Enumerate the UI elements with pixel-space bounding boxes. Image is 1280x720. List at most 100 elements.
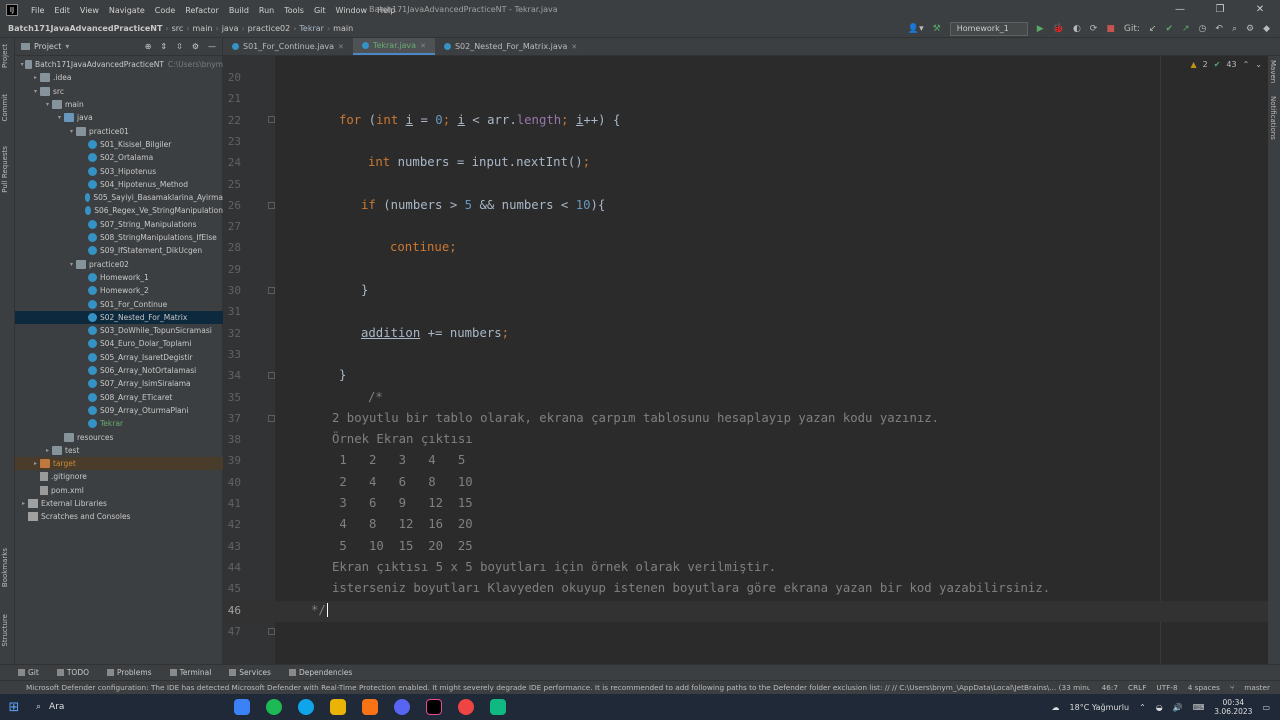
code-line[interactable]: 47 xyxy=(223,622,1273,643)
tree-item[interactable]: ▾ practice02 xyxy=(15,258,223,271)
tree-item[interactable]: ▸ test xyxy=(15,444,223,457)
project-view-select[interactable]: Project xyxy=(34,42,61,51)
clock[interactable]: 00:34 3.06.2023 xyxy=(1214,698,1252,716)
code-line[interactable]: 41 3 6 9 12 15 xyxy=(223,494,1273,515)
menu-item-build[interactable]: Build xyxy=(224,6,254,15)
tree-item-class[interactable]: S05_Sayiyi_Basamaklarina_Ayirma xyxy=(15,191,223,204)
commit-tool-tab[interactable]: Commit xyxy=(1,94,9,122)
tree-item[interactable]: resources xyxy=(15,430,223,443)
fold-marker-icon[interactable] xyxy=(268,415,275,422)
run-configuration-select[interactable]: Homework_1 xyxy=(949,22,1028,36)
menu-item-refactor[interactable]: Refactor xyxy=(180,6,224,15)
file-explorer-icon[interactable] xyxy=(330,699,346,715)
menu-item-view[interactable]: View xyxy=(75,6,104,15)
stop-icon[interactable]: ■ xyxy=(1106,24,1115,34)
tree-item[interactable]: Scratches and Consoles xyxy=(15,510,223,523)
tree-item[interactable]: ▸ .idea xyxy=(15,71,223,84)
notifications-tool-tab[interactable]: Notifications xyxy=(1269,96,1277,140)
tree-item-class[interactable]: S05_Array_IsaretDegistir xyxy=(15,351,223,364)
edge-browser-icon[interactable] xyxy=(298,699,314,715)
tree-item-class[interactable]: S01_For_Continue xyxy=(15,297,223,310)
code-line[interactable]: 33 xyxy=(223,345,1273,366)
code-line[interactable]: 40 2 4 6 8 10 xyxy=(223,473,1273,494)
chevron-up-icon[interactable]: ⌃ xyxy=(1139,703,1146,712)
coverage-icon[interactable]: ◐ xyxy=(1073,24,1081,34)
inspection-widget[interactable]: ▲ 2 ✔ 43 ⌃ ⌄ xyxy=(1190,60,1262,69)
app-icon[interactable] xyxy=(490,699,506,715)
project-tool-tab[interactable]: Project xyxy=(1,44,9,68)
expand-arrow-icon[interactable]: ▸ xyxy=(31,460,40,467)
language-icon[interactable]: ⌨ xyxy=(1193,703,1205,712)
menu-item-file[interactable]: File xyxy=(26,6,49,15)
expand-arrow-icon[interactable]: ▸ xyxy=(43,447,52,454)
expand-all-icon[interactable]: ⇕ xyxy=(160,42,167,51)
tree-item[interactable]: ▾ Batch171JavaAdvancedPracticeNT C:\Users\… xyxy=(15,58,223,71)
file-encoding[interactable]: UTF-8 xyxy=(1156,683,1177,692)
bottom-tab-terminal[interactable]: Terminal xyxy=(169,668,211,677)
brave-browser-icon[interactable] xyxy=(362,699,378,715)
expand-arrow-icon[interactable]: ▾ xyxy=(67,128,76,135)
pull-requests-tool-tab[interactable]: Pull Requests xyxy=(1,146,9,193)
hide-panel-icon[interactable]: — xyxy=(208,42,216,51)
debug-icon[interactable]: 🐞 xyxy=(1053,24,1064,34)
code-line[interactable]: 42 4 8 12 16 20 xyxy=(223,515,1273,536)
breadcrumb-main[interactable]: main xyxy=(190,24,216,33)
fold-marker-icon[interactable] xyxy=(268,287,275,294)
menu-item-navigate[interactable]: Navigate xyxy=(104,6,150,15)
code-line[interactable]: 25 xyxy=(223,175,1273,196)
git-update-icon[interactable]: ↙ xyxy=(1149,24,1157,34)
breadcrumb-practice02[interactable]: practice02 xyxy=(245,24,294,33)
notification-center-icon[interactable]: ▭ xyxy=(1262,703,1270,712)
line-separator[interactable]: CRLF xyxy=(1128,683,1146,692)
code-line[interactable]: 29 xyxy=(223,260,1273,281)
tree-item-class[interactable]: Tekrar xyxy=(15,417,223,430)
tree-item[interactable]: ▾ src xyxy=(15,85,223,98)
menu-item-window[interactable]: Window xyxy=(331,6,373,15)
tree-item-class[interactable]: S04_Euro_Dolar_Toplami xyxy=(15,337,223,350)
editor-tab[interactable]: Tekrar.java ✕ xyxy=(352,37,435,55)
chrome-icon[interactable] xyxy=(458,699,474,715)
windows-start-icon[interactable]: ⊞ xyxy=(0,700,28,715)
expand-arrow-icon[interactable]: ▾ xyxy=(43,101,52,108)
code-line[interactable]: 45 isterseniz boyutları Klavyeden okuyup … xyxy=(223,579,1273,600)
code-line[interactable]: 30} xyxy=(223,281,1273,302)
expand-arrow-icon[interactable]: ▸ xyxy=(19,500,28,507)
tree-item-class[interactable]: S03_DoWhile_TopunSicramasi xyxy=(15,324,223,337)
taskbar-search[interactable]: ⌕ Ara xyxy=(36,702,226,712)
breadcrumb-java[interactable]: java xyxy=(219,24,242,33)
bottom-tab-services[interactable]: Services xyxy=(229,668,271,677)
tree-item-class[interactable]: S02_Nested_For_Matrix xyxy=(15,310,223,324)
editor-tab[interactable]: S02_Nested_For_Matrix.java ✕ xyxy=(435,38,586,55)
tree-item-class[interactable]: S09_Array_OturmaPlani xyxy=(15,404,223,417)
network-icon[interactable]: ◒ xyxy=(1156,703,1163,712)
tree-item-class[interactable]: Homework_1 xyxy=(15,271,223,284)
code-line[interactable]: 32 addition += numbers; xyxy=(223,324,1273,345)
bottom-tab-todo[interactable]: TODO xyxy=(56,668,89,677)
close-tab-icon[interactable]: ✕ xyxy=(420,37,426,55)
fold-marker-icon[interactable] xyxy=(268,116,275,123)
jetbrains-logo-icon[interactable]: ◆ xyxy=(1263,24,1270,34)
breadcrumb-project[interactable]: Batch171JavaAdvancedPracticeNT xyxy=(0,24,165,33)
code-line[interactable]: 35 /* xyxy=(223,388,1273,409)
fold-marker-icon[interactable] xyxy=(268,628,275,635)
tree-item[interactable]: ▸ target xyxy=(15,457,223,471)
git-branch[interactable]: master xyxy=(1244,683,1270,692)
chevron-down-icon[interactable]: ▾ xyxy=(65,42,69,51)
tree-item-class[interactable]: S01_Kisisel_Bilgiler xyxy=(15,138,223,151)
code-line[interactable]: 43 5 10 15 20 25 xyxy=(223,537,1273,558)
code-line[interactable]: 38 Örnek Ekran çıktısı xyxy=(223,430,1273,451)
tree-item-class[interactable]: S07_String_Manipulations xyxy=(15,218,223,231)
breadcrumb-src[interactable]: src xyxy=(169,24,187,33)
gear-icon[interactable]: ⚙ xyxy=(192,42,199,51)
editor-tab[interactable]: S01_For_Continue.java ✕ xyxy=(223,38,353,55)
fold-marker-icon[interactable] xyxy=(268,202,275,209)
tree-item-class[interactable]: S08_StringManipulations_IfElse xyxy=(15,231,223,244)
expand-arrow-icon[interactable]: ▾ xyxy=(67,261,76,268)
run-icon[interactable]: ▶ xyxy=(1037,24,1044,34)
chevron-down-icon[interactable]: ⌄ xyxy=(1255,60,1262,69)
menu-item-code[interactable]: Code xyxy=(150,6,180,15)
status-message[interactable]: Microsoft Defender configuration: The ID… xyxy=(0,683,1090,692)
expand-arrow-icon[interactable]: ▸ xyxy=(31,74,40,81)
git-commit-icon[interactable]: ✔ xyxy=(1165,24,1173,34)
chevron-up-icon[interactable]: ⌃ xyxy=(1243,60,1250,69)
